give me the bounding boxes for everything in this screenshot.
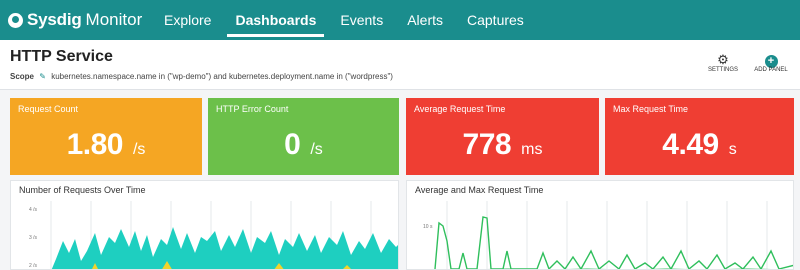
panel-requests-over-time[interactable]: Number of Requests Over Time 4 /s 3 /s 2… — [10, 180, 399, 270]
scope-label: Scope — [10, 72, 35, 81]
max-request-time-line — [434, 216, 793, 269]
tile-value: 1.80 — [66, 128, 124, 161]
nav-tab-alerts[interactable]: Alerts — [395, 0, 455, 40]
tile-title: Request Count — [18, 104, 79, 114]
requests-area-chart: 4 /s 3 /s 2 /s — [29, 201, 398, 269]
y-tick-label: 2 /s — [29, 263, 38, 269]
y-tick-label: 3 /s — [29, 235, 38, 241]
top-nav: Sysdig Monitor Explore Dashboards Events… — [0, 0, 800, 40]
y-tick-label: 4 /s — [29, 207, 38, 213]
nav-tab-events[interactable]: Events — [328, 0, 395, 40]
nav-tab-explore[interactable]: Explore — [152, 0, 223, 40]
brand-name: Sysdig — [27, 10, 82, 29]
tile-value: 4.49 — [662, 128, 719, 161]
tile-request-count[interactable]: Request Count 1.80/s — [10, 98, 202, 175]
tile-http-error-count[interactable]: HTTP Error Count 0/s — [208, 98, 399, 175]
tile-average-request-time[interactable]: Average Request Time 778 ms — [406, 98, 599, 175]
scope-bar: Scope ✎ kubernetes.namespace.name in ("w… — [10, 72, 393, 81]
tile-title: Average Request Time — [414, 104, 506, 114]
requests-series-area — [51, 227, 398, 269]
nav-tab-dashboards[interactable]: Dashboards — [223, 0, 328, 40]
request-time-line-chart: 10 s — [423, 201, 793, 269]
settings-button[interactable]: ⚙ SETTINGS — [698, 52, 748, 73]
panel-request-time[interactable]: Average and Max Request Time 10 s — [406, 180, 794, 270]
settings-label: SETTINGS — [707, 67, 738, 73]
tile-unit: /s — [132, 141, 146, 158]
tile-unit: ms — [521, 141, 543, 158]
add-panel-button[interactable]: + ADD PANEL — [746, 52, 796, 73]
tile-value: 0 — [284, 128, 301, 161]
tile-value: 778 — [462, 128, 512, 161]
tile-unit: s — [728, 141, 737, 158]
tile-title: HTTP Error Count — [216, 104, 289, 114]
brand-product: Monitor — [85, 10, 143, 29]
add-panel-label: ADD PANEL — [754, 67, 788, 73]
pencil-icon[interactable]: ✎ — [39, 72, 46, 81]
page-title: HTTP Service — [10, 48, 113, 65]
gear-icon: ⚙ — [717, 52, 729, 67]
brand[interactable]: Sysdig Monitor — [0, 10, 152, 30]
nav-tab-captures[interactable]: Captures — [455, 0, 536, 40]
tile-unit: /s — [310, 141, 323, 158]
scope-text: kubernetes.namespace.name in ("wp-demo")… — [51, 72, 393, 81]
tile-title: Max Request Time — [613, 104, 689, 114]
sysdig-logo-icon — [8, 12, 23, 28]
nav-tabs: Explore Dashboards Events Alerts Capture… — [152, 0, 536, 40]
y-tick-label: 10 s — [423, 224, 433, 230]
dashboard-header: HTTP Service Scope ✎ kubernetes.namespac… — [0, 40, 800, 90]
tile-max-request-time[interactable]: Max Request Time 4.49 s — [605, 98, 794, 175]
